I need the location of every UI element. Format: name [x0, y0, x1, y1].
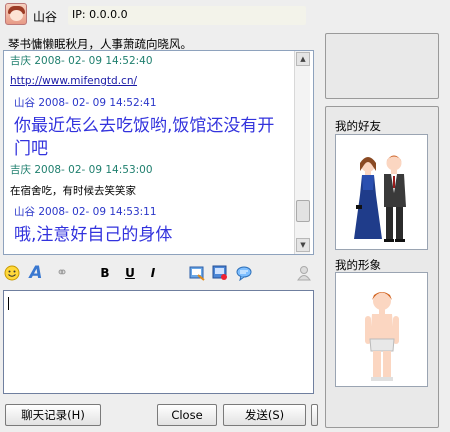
italic-button[interactable]: I: [146, 263, 160, 283]
message-header: 山谷 2008- 02- 09 14:53:11: [14, 206, 157, 218]
chat-bubble-icon[interactable]: [235, 263, 253, 283]
chat-history-button[interactable]: 聊天记录(H): [5, 404, 101, 426]
message-input[interactable]: [3, 290, 314, 394]
message-header: 山谷 2008- 02- 09 14:52:41: [14, 97, 157, 109]
send-options-button[interactable]: [311, 404, 318, 426]
scroll-thumb[interactable]: [296, 200, 310, 222]
emoticon-icon[interactable]: [3, 263, 21, 283]
nickname: 山谷: [33, 10, 58, 24]
link-icon[interactable]: ⚭: [53, 263, 71, 283]
self-avatar-image: [365, 292, 399, 381]
friend-avatar-image: [354, 155, 406, 242]
top-right-panel: [325, 33, 439, 99]
screenshot-icon[interactable]: [211, 263, 229, 283]
text-caret: [8, 297, 9, 310]
user-avatar[interactable]: [5, 3, 27, 25]
message-header: 吉庆 2008- 02- 09 14:53:00: [10, 164, 153, 176]
format-toolbar: A ⚭ B U I: [3, 263, 317, 285]
ip-address: IP: 0.0.0.0: [72, 8, 128, 21]
message-text: 在宿舍吃，有时候去笑笑家: [10, 185, 136, 197]
scroll-up-icon[interactable]: ▲: [296, 52, 310, 66]
message-text: 门吧: [14, 139, 48, 159]
friend-avatar-frame[interactable]: [335, 134, 428, 250]
chat-header: 山谷 IP: 0.0.0.0: [0, 0, 318, 30]
scroll-down-icon[interactable]: ▼: [296, 238, 310, 252]
chat-scrollbar[interactable]: ▲ ▼: [294, 51, 310, 254]
message-text: 哦,注意好自己的身体: [14, 225, 173, 245]
user-silhouette-icon[interactable]: [295, 263, 313, 283]
bold-button[interactable]: B: [98, 263, 112, 283]
message-link[interactable]: http://www.mifengtd.cn/: [10, 75, 137, 87]
message-text: 你最近怎么去吃饭哟,饭馆还没有开: [14, 116, 275, 136]
send-button[interactable]: 发送(S): [223, 404, 306, 426]
send-image-icon[interactable]: [188, 263, 206, 283]
friend-avatar-title: 我的好友: [335, 119, 381, 133]
self-avatar-frame[interactable]: [335, 272, 428, 387]
close-button[interactable]: Close: [157, 404, 217, 426]
font-icon[interactable]: A: [27, 263, 45, 283]
avatar-panel: 我的好友 我的形象: [325, 106, 439, 428]
underline-button[interactable]: U: [123, 263, 137, 283]
chat-history[interactable]: 吉庆 2008- 02- 09 14:52:40 http://www.mife…: [3, 50, 314, 255]
self-avatar-title: 我的形象: [335, 258, 381, 272]
message-header: 吉庆 2008- 02- 09 14:52:40: [10, 55, 153, 67]
